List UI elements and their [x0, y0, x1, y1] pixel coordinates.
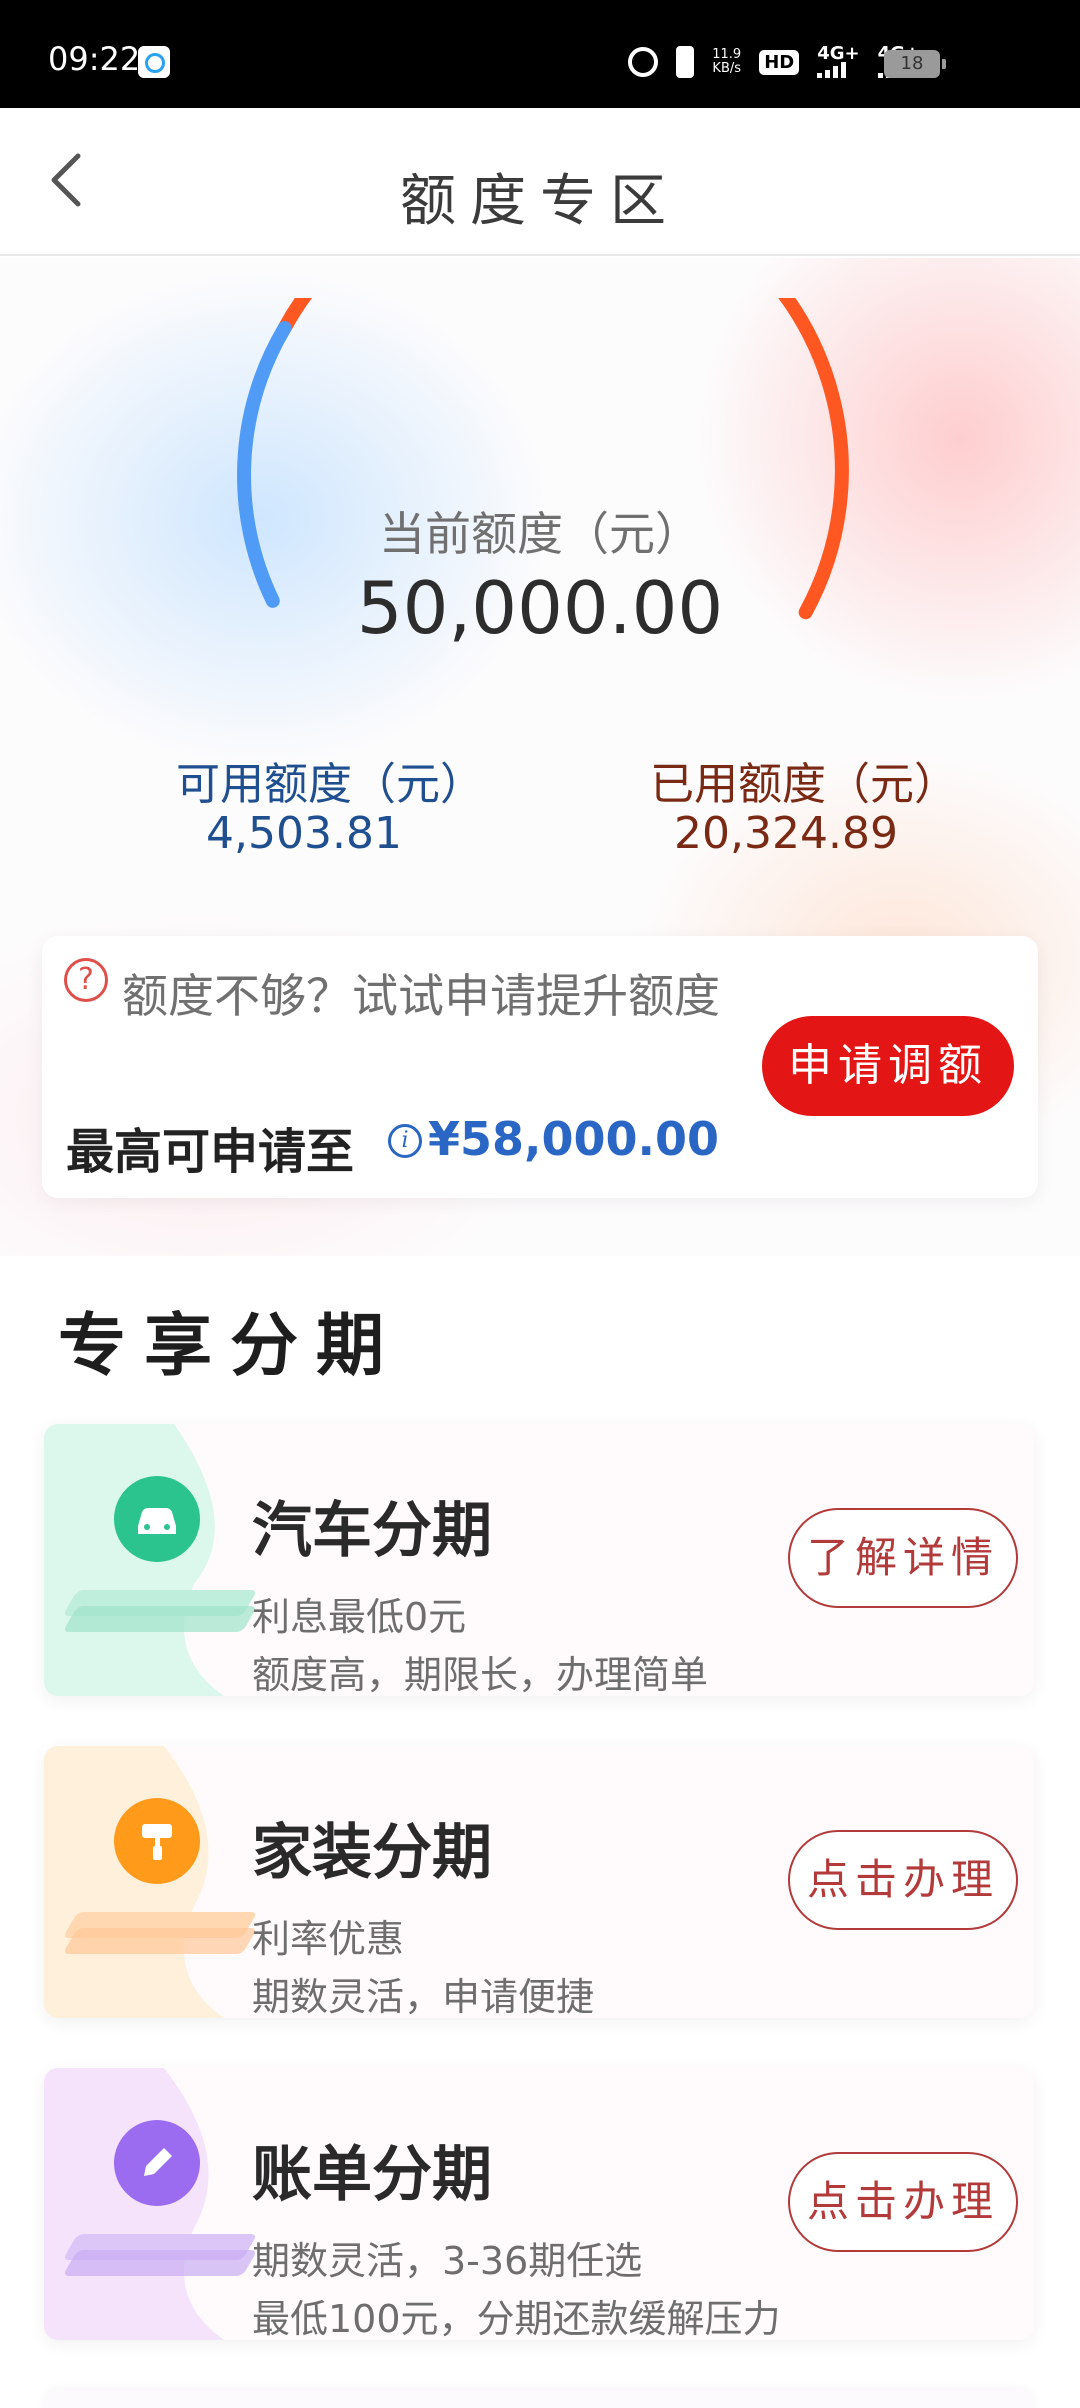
- used-credit-label: 已用额度（元）: [650, 759, 958, 810]
- question-icon: ?: [64, 958, 108, 1002]
- apply-now-button[interactable]: 点击办理: [788, 2152, 1018, 2252]
- nav-bar: 额度专区: [0, 108, 1080, 256]
- product-title: 汽车分期: [252, 1496, 492, 1566]
- network-speed-value: 11.9: [712, 47, 742, 62]
- status-icons: 11.9KB/s HD 4G+ 4G+: [628, 44, 920, 80]
- battery-icon: 18: [884, 50, 946, 78]
- product-desc: 最低100元，分期还款缓解压力: [252, 2297, 781, 2340]
- paint-roller-icon: [58, 1786, 268, 1976]
- info-icon[interactable]: i: [388, 1124, 422, 1158]
- status-time: 09:22: [48, 40, 141, 78]
- learn-more-button[interactable]: 了解详情: [788, 1508, 1018, 1608]
- pen-icon: [58, 2108, 268, 2298]
- available-credit-value: 4,503.81: [206, 808, 402, 859]
- product-title: 家装分期: [252, 1818, 492, 1888]
- apply-now-button[interactable]: 点击办理: [788, 1830, 1018, 1930]
- credit-overview: 当前额度（元） 50,000.00 可用额度（元） 4,503.81 已用额度（…: [0, 258, 1080, 1256]
- apply-raise-button[interactable]: 申请调额: [762, 1016, 1014, 1116]
- raise-credit-tip: 额度不够？试试申请提升额度: [122, 969, 720, 1023]
- network-speed: 11.9 KB/s: [712, 48, 741, 76]
- max-credit-label: 最高可申请至: [66, 1124, 355, 1180]
- alarm-icon: [628, 47, 659, 77]
- section-title: 专享分期: [58, 1306, 403, 1386]
- status-bar: 09:22 11.9KB/s HD 4G+ 4G+ 18: [0, 0, 1080, 108]
- notification-app-icon: [138, 46, 170, 78]
- vibrate-icon: [676, 46, 695, 78]
- signal-icon-1: 4G+: [817, 43, 860, 78]
- product-card-bill[interactable]: 账单分期 期数灵活，3-36期任选 最低100元，分期还款缓解压力 点击办理: [44, 2068, 1034, 2340]
- used-credit-value: 20,324.89: [674, 808, 898, 859]
- current-credit-label: 当前额度（元）: [379, 507, 701, 561]
- product-card-home[interactable]: 家装分期 利率优惠 期数灵活，申请便捷 点击办理: [44, 1746, 1034, 2018]
- hd-icon: HD: [759, 49, 800, 75]
- product-desc: 利率优惠: [252, 1917, 405, 1961]
- page-title: 额度专区: [400, 169, 680, 234]
- product-desc: 期数灵活，3-36期任选: [252, 2239, 643, 2283]
- signal-label-1: 4G+: [817, 43, 860, 64]
- product-title: 账单分期: [252, 2140, 492, 2210]
- product-desc: 利息最低0元: [252, 1595, 467, 1639]
- max-credit-value: ¥58,000.00: [428, 1112, 720, 1166]
- network-speed-unit: KB/s: [712, 61, 742, 76]
- product-card-car[interactable]: 汽车分期 利息最低0元 额度高，期限长，办理简单 了解详情: [44, 1424, 1034, 1696]
- product-desc: 期数灵活，申请便捷: [252, 1975, 595, 2018]
- current-credit-value: 50,000.00: [356, 566, 724, 650]
- product-desc: 额度高，期限长，办理简单: [252, 1653, 709, 1696]
- raise-credit-card: ? 额度不够？试试申请提升额度 最高可申请至 i ¥58,000.00 申请调额: [42, 936, 1038, 1198]
- product-card-partial[interactable]: [44, 2390, 1034, 2408]
- car-icon: [58, 1464, 268, 1654]
- available-credit-label: 可用额度（元）: [176, 759, 484, 810]
